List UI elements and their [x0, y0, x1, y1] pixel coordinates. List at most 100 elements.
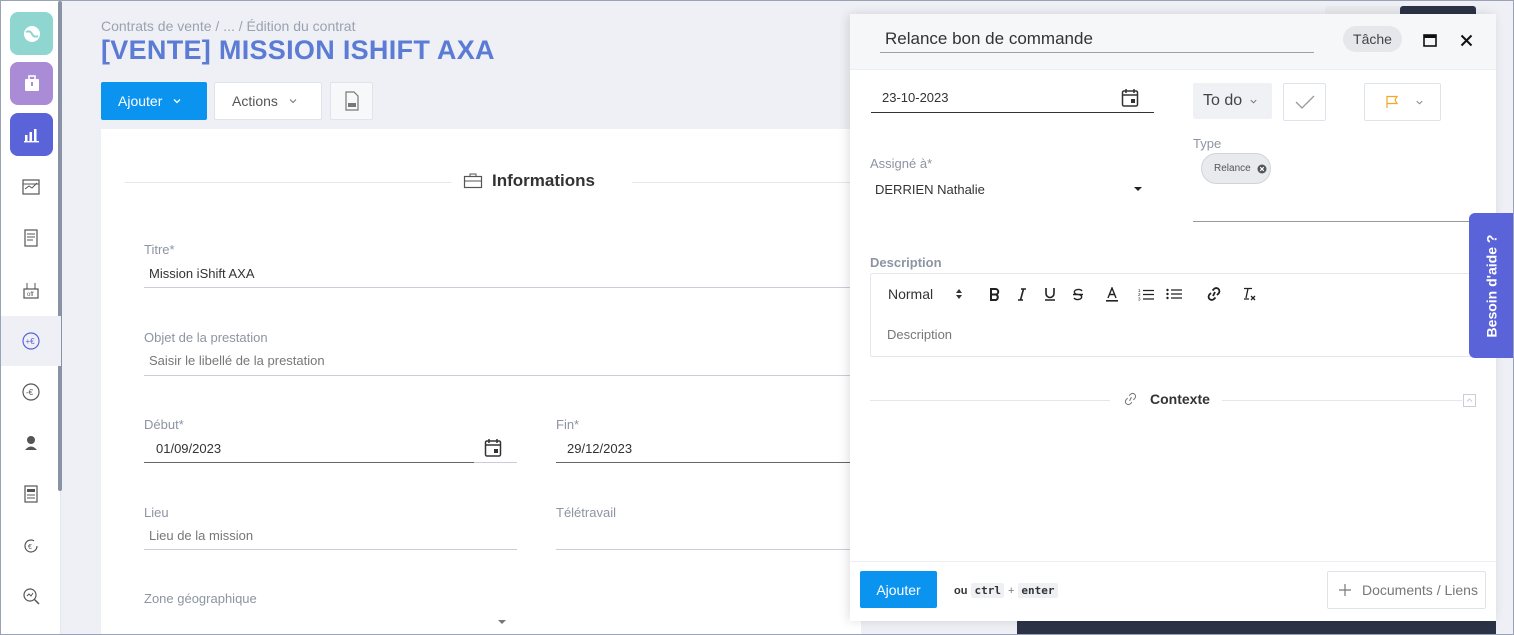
sidebar-item-purchases[interactable]: -€ — [1, 367, 61, 417]
documents-links-button[interactable]: Documents / Liens — [1327, 571, 1486, 609]
calendar-icon[interactable] — [484, 438, 502, 458]
euro-cycle-icon: € — [24, 539, 38, 553]
bold-icon — [989, 287, 999, 301]
link-button[interactable] — [1194, 284, 1234, 304]
chevron-down-icon — [1416, 100, 1423, 105]
sidebar-item-people[interactable] — [1, 418, 61, 468]
bold-button[interactable] — [980, 284, 1008, 304]
objet-input[interactable]: Saisir le libellé de la prestation — [149, 353, 325, 368]
description-input[interactable]: Description — [887, 327, 952, 342]
collapse-icon[interactable] — [1463, 394, 1476, 407]
divider — [125, 182, 451, 183]
debut-label: Début* — [144, 417, 184, 432]
debut-underline — [144, 462, 474, 463]
sidebar-item-cashflow[interactable]: € — [1, 521, 61, 571]
type-chip[interactable]: Relance — [1201, 153, 1271, 184]
assignee-select[interactable]: DERRIEN Nathalie — [875, 182, 985, 197]
status-select[interactable]: To do — [1193, 83, 1272, 119]
sidebar-item-sales[interactable]: +€ — [1, 316, 61, 366]
app-window: off +€ -€ € Contrats de vente / ... / Éd… — [0, 0, 1514, 635]
receipt-icon — [24, 229, 38, 247]
objet-label: Objet de la prestation — [144, 330, 268, 345]
add-button[interactable]: Ajouter — [101, 82, 207, 120]
bar-chart-icon — [23, 128, 39, 142]
svg-text:+€: +€ — [26, 337, 36, 346]
italic-button[interactable] — [1008, 284, 1036, 304]
chevron-down-icon — [1250, 99, 1257, 104]
breadcrumb[interactable]: Contrats de vente / ... / Édition du con… — [101, 18, 355, 34]
task-title-input[interactable]: Relance bon de commande — [880, 26, 1314, 53]
priority-button[interactable] — [1364, 83, 1441, 121]
close-icon — [1460, 34, 1472, 46]
caret-down-icon[interactable] — [1133, 185, 1143, 193]
sidebar-item-invoices[interactable] — [1, 213, 61, 263]
sidebar-item-planning[interactable] — [1, 162, 61, 212]
type-underline — [1193, 221, 1473, 222]
underline-button[interactable] — [1036, 284, 1064, 304]
shortcut-plus: + — [1007, 584, 1015, 597]
calendar-chart-icon — [22, 179, 40, 195]
debut-input[interactable]: 01/09/2023 — [156, 441, 221, 456]
bullet-list-button[interactable] — [1160, 284, 1188, 304]
sidebar-item-analysis[interactable] — [1, 571, 61, 621]
sidebar-item-offices[interactable]: off — [1, 265, 61, 315]
add-button-label: Ajouter — [118, 93, 163, 109]
section-contexte: Contexte — [870, 390, 1478, 410]
debut-underline-end — [474, 462, 517, 463]
underline-icon — [1045, 288, 1055, 301]
calendar-icon[interactable] — [1121, 88, 1139, 108]
sidebar-item-documents[interactable] — [1, 469, 61, 519]
italic-icon — [1018, 287, 1026, 301]
export-doc-button[interactable] — [330, 82, 373, 120]
task-panel: Relance bon de commande Tâche 23-10-2023… — [850, 14, 1496, 621]
svg-text:off: off — [27, 292, 34, 298]
svg-text:-€: -€ — [26, 388, 34, 397]
keyboard-shortcut-hint: ou ctrl + enter — [954, 583, 1058, 598]
caret-down-icon[interactable] — [497, 618, 507, 626]
lieu-input[interactable]: Lieu de la mission — [149, 528, 253, 543]
titre-input[interactable]: Mission iShift AXA — [149, 266, 255, 281]
plus-icon — [1339, 584, 1351, 596]
actions-button[interactable]: Actions — [214, 82, 322, 120]
task-type-pill[interactable]: Tâche — [1343, 26, 1402, 52]
bullet-list-icon — [1166, 288, 1182, 300]
briefcase-icon — [24, 74, 39, 91]
titre-underline — [144, 287, 861, 288]
sidebar-item-stats[interactable] — [10, 113, 53, 156]
help-tab-label: Besoin d'aide ? — [1483, 234, 1499, 337]
sidebar-item-business[interactable] — [10, 62, 53, 105]
clear-format-button[interactable] — [1234, 284, 1264, 304]
fin-input[interactable]: 29/12/2023 — [567, 441, 632, 456]
sidebar-item-dashboard[interactable] — [10, 12, 53, 55]
maximize-button[interactable] — [1421, 31, 1439, 49]
close-button[interactable] — [1457, 31, 1475, 49]
maximize-icon — [1423, 33, 1437, 47]
submit-task-button[interactable]: Ajouter — [860, 571, 937, 608]
teletravail-input[interactable] — [556, 549, 861, 550]
format-select-arrows[interactable] — [944, 284, 974, 304]
strike-button[interactable] — [1064, 284, 1092, 304]
status-value: To do — [1203, 92, 1243, 109]
format-value: Normal — [888, 286, 934, 302]
svg-text:€: € — [28, 544, 32, 551]
remove-icon[interactable] — [1257, 164, 1267, 174]
link-icon — [1207, 287, 1221, 301]
checkmark-icon — [1295, 95, 1314, 109]
chevron-down-icon — [289, 99, 297, 104]
assignee-label: Assigné à* — [870, 156, 933, 171]
description-editor: Normal 1 2 3 Description — [870, 273, 1496, 357]
document-list-icon — [24, 485, 38, 503]
text-color-button[interactable] — [1092, 284, 1132, 304]
doc-file-icon — [344, 91, 359, 111]
globe-icon — [23, 25, 40, 42]
link-icon — [1124, 392, 1137, 406]
contexte-title-text: Contexte — [1150, 391, 1210, 407]
ordered-list-button[interactable]: 123 — [1132, 284, 1160, 304]
lieu-label: Lieu — [144, 505, 169, 520]
mark-done-button[interactable] — [1283, 83, 1326, 121]
format-select[interactable]: Normal — [888, 284, 944, 304]
sidebar: off +€ -€ € — [1, 1, 62, 634]
lieu-underline — [144, 549, 517, 550]
help-tab[interactable]: Besoin d'aide ? — [1469, 213, 1513, 358]
task-date-input[interactable]: 23-10-2023 — [871, 83, 1154, 113]
